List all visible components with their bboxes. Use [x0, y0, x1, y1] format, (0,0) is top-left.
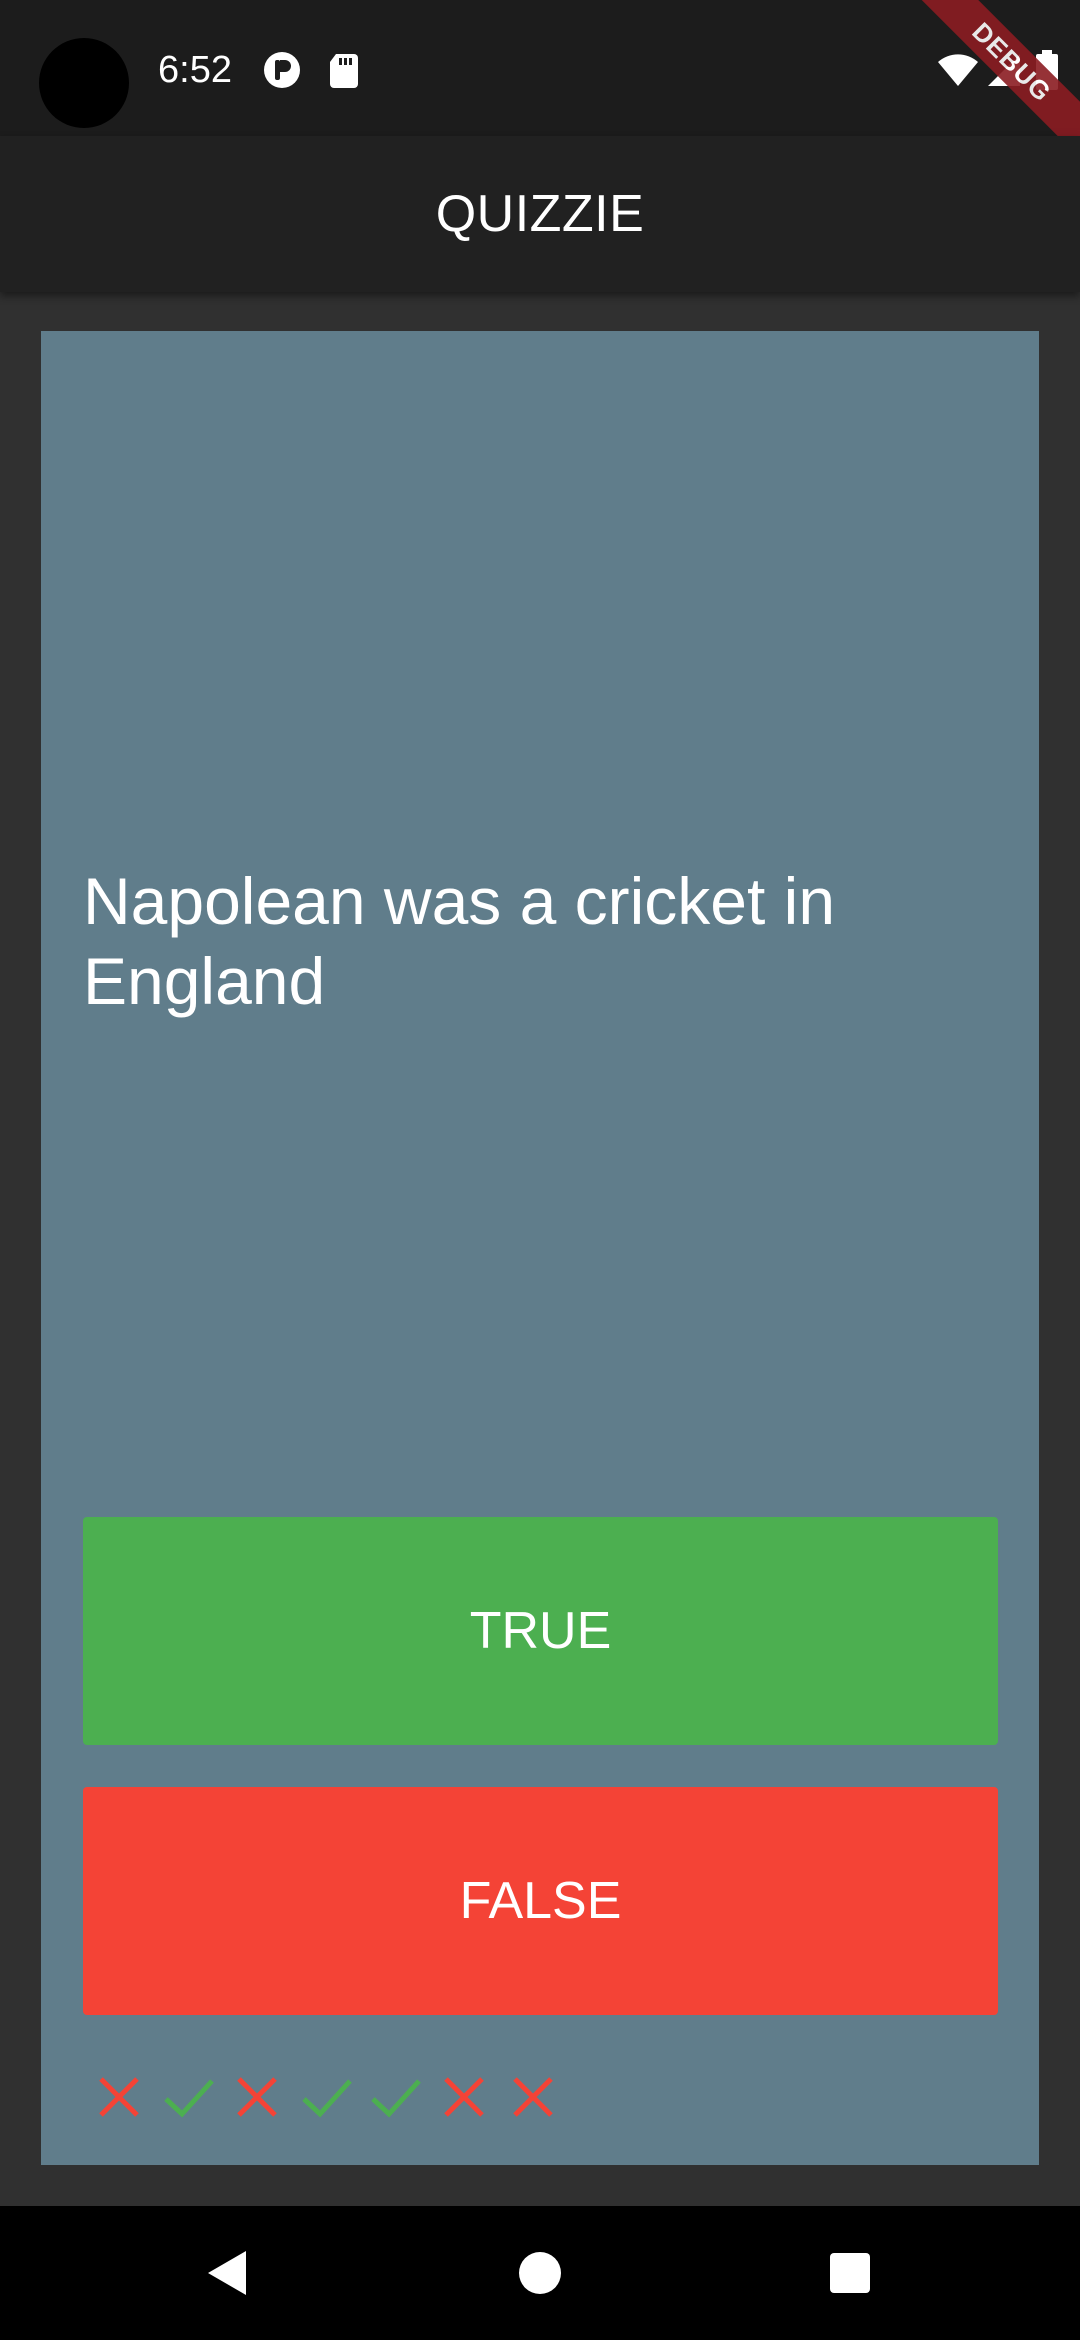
question-text: Napolean was a cricket in England — [83, 864, 836, 1018]
status-time: 6:52 — [158, 49, 232, 91]
true-button-label: TRUE — [469, 1602, 612, 1660]
check-icon — [365, 2067, 425, 2127]
close-icon — [503, 2067, 563, 2127]
close-icon — [227, 2067, 287, 2127]
close-icon — [89, 2067, 149, 2127]
screen: 6:52 DEBUG QUIZZIE Napolean was a cricke… — [0, 0, 1080, 2340]
camera-cutout — [39, 38, 129, 128]
true-button[interactable]: TRUE — [83, 1517, 998, 1745]
back-icon[interactable] — [196, 2243, 256, 2303]
check-icon — [296, 2067, 356, 2127]
recents-icon[interactable] — [820, 2243, 880, 2303]
home-icon[interactable] — [510, 2243, 570, 2303]
notification-p-icon — [262, 50, 302, 90]
score-keeper — [89, 2067, 572, 2127]
navigation-bar — [0, 2206, 1080, 2340]
quiz-card: Napolean was a cricket in England TRUE F… — [41, 331, 1039, 2165]
wifi-icon — [936, 50, 980, 90]
app-title: QUIZZIE — [435, 185, 645, 243]
sd-card-icon — [324, 50, 364, 90]
check-icon — [158, 2067, 218, 2127]
app-bar: QUIZZIE — [0, 136, 1080, 292]
status-bar: 6:52 DEBUG — [0, 0, 1080, 169]
false-button[interactable]: FALSE — [83, 1787, 998, 2015]
false-button-label: FALSE — [459, 1872, 622, 1930]
close-icon — [434, 2067, 494, 2127]
